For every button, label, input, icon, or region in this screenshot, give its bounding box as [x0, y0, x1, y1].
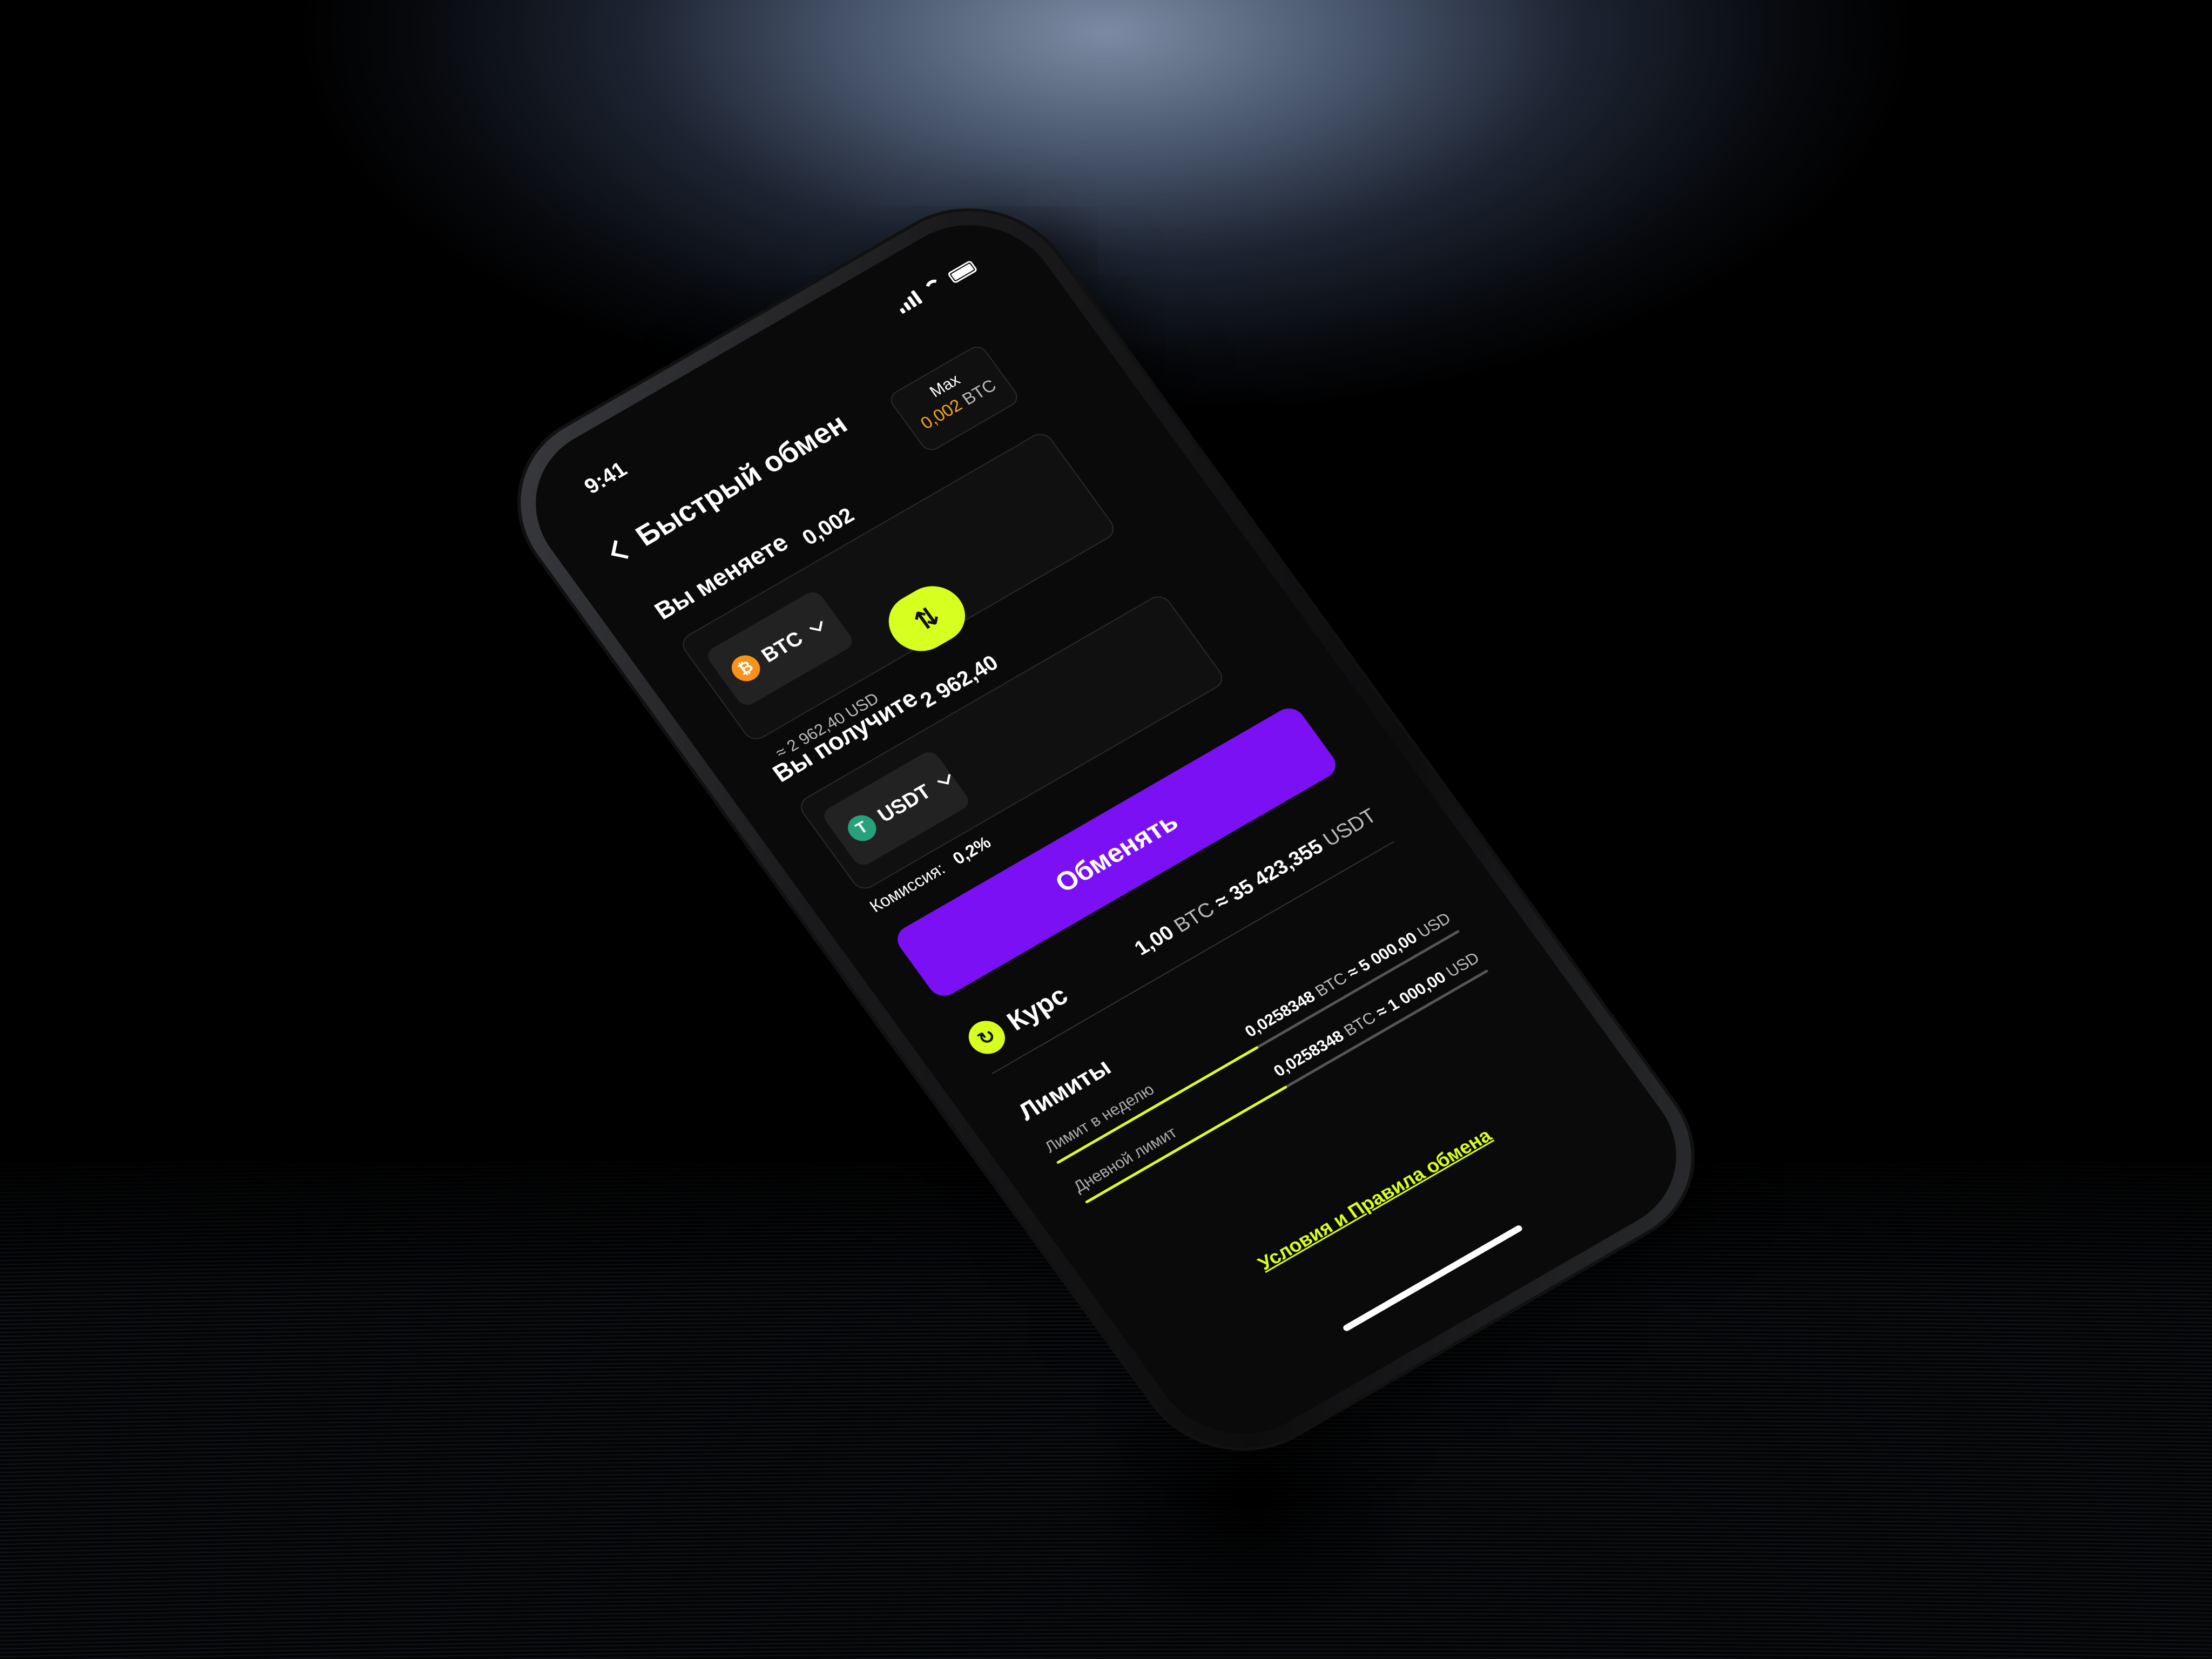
limit-row-weekly: Лимит в неделю 0,0258348 BTC ≈ 5 000,00 … [1041, 909, 1460, 1164]
rate-right-unit: USDT [1319, 804, 1381, 851]
rate-left: ↻ Курс [961, 979, 1075, 1060]
signal-icon [894, 290, 923, 314]
swap-icon: ⇅ [908, 601, 946, 637]
receive-amount: 2 962,40 [915, 651, 1003, 712]
rate-left-amount: 1,00 [1130, 921, 1178, 960]
battery-icon [947, 260, 978, 284]
btc-icon: ₿ [726, 650, 766, 686]
rate-left-unit: BTC [1170, 898, 1219, 937]
status-time: 9:41 [579, 457, 632, 498]
scene-background: 9:41 Быстрый обмен Вы меняете 0,002 Max … [0, 0, 2212, 1659]
back-icon[interactable] [611, 540, 631, 559]
receive-coin-select[interactable]: T USDT [820, 748, 973, 869]
phone-reflection [1080, 1415, 1426, 1642]
rate-right-amount: 35 423,355 [1225, 835, 1327, 905]
chevron-down-icon [810, 619, 823, 632]
limit-usd: 5 000,00 [1355, 929, 1421, 975]
send-coin-select[interactable]: ₿ BTC [704, 588, 857, 709]
max-button[interactable]: Max 0,002 BTC [886, 342, 1022, 454]
usdt-icon: T [842, 810, 882, 846]
send-amount-input[interactable]: 0,002 [798, 503, 859, 550]
send-coin-name: BTC [757, 627, 807, 667]
rate-title: Курс [1001, 980, 1074, 1036]
chevron-down-icon [938, 772, 951, 785]
refresh-icon[interactable]: ↻ [961, 1014, 1012, 1060]
limit-usd: 1 000,00 [1384, 968, 1449, 1015]
receive-coin-name: USDT [873, 780, 935, 827]
home-indicator[interactable] [1341, 1224, 1523, 1332]
wifi-icon [921, 276, 947, 298]
status-icons [894, 258, 978, 314]
